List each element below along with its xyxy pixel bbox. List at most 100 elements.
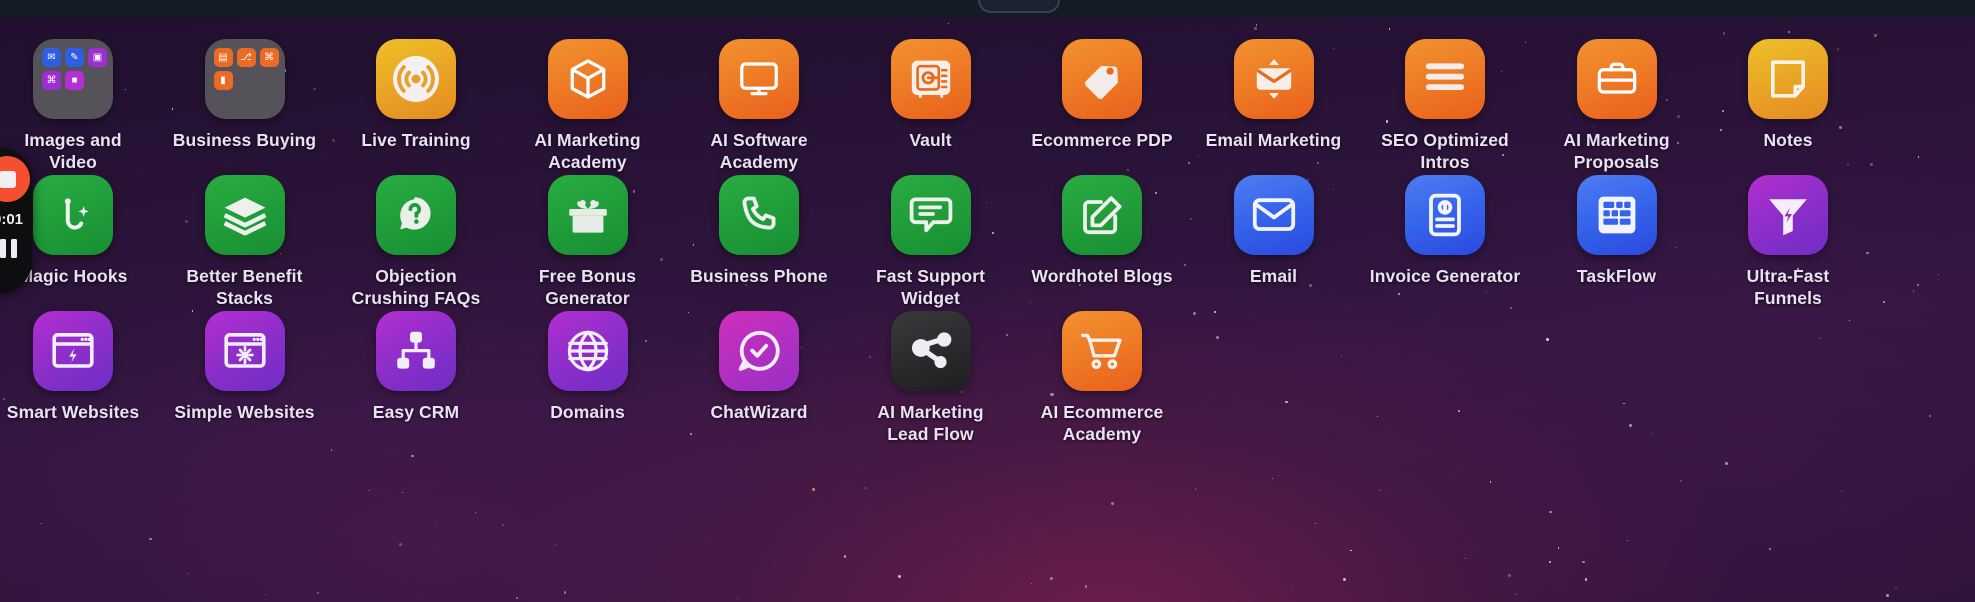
app-label-live-training: Live Training	[361, 130, 471, 150]
app-label-vault: Vault	[909, 130, 952, 150]
briefcase-icon[interactable]	[1576, 39, 1657, 119]
top-pill-control[interactable]	[978, 0, 1060, 13]
app-label-wordhotel-blogs: Wordhotel Blogs	[1031, 266, 1173, 286]
browser-bolt-icon[interactable]	[33, 311, 113, 391]
safe-icon[interactable]	[890, 39, 971, 119]
app-label-ai-marketing-lead-flow: AI Marketing Lead Flow	[877, 402, 984, 444]
app-icon-email-marketing[interactable]: Email Marketing	[1189, 39, 1359, 152]
grid-table-icon[interactable]	[1576, 175, 1657, 255]
monitor-icon[interactable]	[719, 39, 799, 119]
app-icon-taskflow[interactable]: TaskFlow	[1532, 175, 1702, 288]
app-label-email: Email	[1249, 266, 1298, 286]
stop-recording-button[interactable]	[0, 156, 30, 202]
gift-icon[interactable]	[547, 175, 628, 255]
app-icon-seo-optimized-intros[interactable]: SEO Optimized Intros	[1360, 39, 1530, 173]
folder-mini-icon-1: ✎	[65, 48, 84, 67]
layers-icon[interactable]	[204, 175, 285, 255]
app-icon-chatwizard[interactable]: ChatWizard	[674, 311, 844, 424]
invoice-icon[interactable]	[1405, 175, 1485, 255]
browser-spark-icon[interactable]	[204, 311, 285, 391]
folder-mini-icon-2: ⌘	[259, 48, 279, 67]
app-icon-wordhotel-blogs[interactable]: Wordhotel Blogs	[1017, 175, 1187, 288]
share-nodes-icon[interactable]	[890, 311, 971, 391]
chat-bubble-icon[interactable]	[890, 175, 971, 255]
envelope-arrows-icon[interactable]	[1233, 39, 1314, 119]
hook-sparkle-icon[interactable]	[33, 175, 113, 255]
app-label-fast-support-widget: Fast Support Widget	[875, 266, 986, 308]
app-icon-free-bonus-generator[interactable]: Free Bonus Generator	[503, 175, 673, 309]
app-label-easy-crm: Easy CRM	[372, 402, 460, 422]
app-icon-live-training[interactable]: Live Training	[331, 39, 501, 152]
folder-mini-icon-1: ⎇	[236, 48, 256, 67]
folder-mini-icon-0: ✉	[42, 48, 61, 67]
app-icon-grid: ✉ ✎ ▣ ⌘ ■ Images and Video ▤ ⎇ ⌘ ▮ Business Buying…	[0, 17, 1975, 602]
app-icon-email[interactable]: Email	[1189, 175, 1359, 288]
app-label-ultra-fast-funnels: Ultra-Fast Funnels	[1746, 266, 1830, 308]
app-label-ai-marketing-academy: AI Marketing Academy	[534, 130, 641, 172]
window-top-bar	[0, 0, 1975, 17]
stop-square-icon	[0, 170, 16, 188]
app-icon-vault[interactable]: Vault	[846, 39, 1016, 152]
folder-mini-icon-3: ▮	[213, 71, 233, 90]
price-tag-icon[interactable]	[1062, 39, 1142, 119]
app-icon-better-benefit-stacks[interactable]: Better Benefit Stacks	[160, 175, 330, 309]
folder-preview-grid: ✉ ✎ ▣ ⌘ ■	[33, 48, 113, 90]
desktop-wallpaper: ✉ ✎ ▣ ⌘ ■ Images and Video ▤ ⎇ ⌘ ▮ Business Buying…	[0, 0, 1975, 602]
app-icon-ai-marketing-academy[interactable]: AI Marketing Academy	[503, 39, 673, 173]
pause-recording-button[interactable]	[0, 239, 17, 258]
chat-check-icon[interactable]	[719, 311, 799, 391]
note-page-icon[interactable]	[1748, 39, 1828, 119]
phone-icon[interactable]	[719, 175, 799, 255]
app-label-seo-optimized-intros: SEO Optimized Intros	[1381, 130, 1509, 172]
pause-bar-right-icon	[10, 239, 17, 258]
folder-mini-icon-0: ▤	[213, 48, 233, 67]
folder[interactable]: ✉ ✎ ▣ ⌘ ■	[33, 39, 113, 119]
app-icon-ai-marketing-proposals[interactable]: AI Marketing Proposals	[1532, 39, 1702, 173]
shopping-cart-icon[interactable]	[1062, 311, 1142, 391]
app-icon-invoice-generator[interactable]: Invoice Generator	[1360, 175, 1530, 288]
app-label-domains: Domains	[550, 402, 625, 422]
app-label-ai-ecommerce-academy: AI Ecommerce Academy	[1040, 402, 1164, 444]
app-label-notes: Notes	[1763, 130, 1813, 150]
app-icon-simple-websites[interactable]: Simple Websites	[160, 311, 330, 424]
pause-bar-left-icon	[0, 239, 6, 258]
app-icon-notes[interactable]: Notes	[1703, 39, 1873, 152]
app-label-ai-software-academy: AI Software Academy	[710, 130, 808, 172]
folder-mini-icon-3: ⌘	[42, 71, 61, 90]
app-icon-smart-websites[interactable]: Smart Websites	[0, 311, 158, 424]
app-icon-ecommerce-pdp[interactable]: Ecommerce PDP	[1017, 39, 1187, 152]
recording-timer: 0:01	[0, 211, 24, 228]
lines-icon[interactable]	[1405, 39, 1485, 119]
question-bubble-icon[interactable]	[376, 175, 456, 255]
cube-icon[interactable]	[547, 39, 628, 119]
folder-preview-grid: ▤ ⎇ ⌘ ▮	[205, 48, 285, 90]
app-icon-ai-ecommerce-academy[interactable]: AI Ecommerce Academy	[1017, 311, 1187, 445]
app-icon-ultra-fast-funnels[interactable]: Ultra-Fast Funnels	[1703, 175, 1873, 309]
folder[interactable]: ▤ ⎇ ⌘ ▮	[204, 39, 285, 119]
pencil-square-icon[interactable]	[1062, 175, 1142, 255]
funnel-bolt-icon[interactable]	[1748, 175, 1828, 255]
app-label-invoice-generator: Invoice Generator	[1369, 266, 1521, 286]
folder-mini-icon-2: ▣	[88, 48, 107, 67]
app-label-taskflow: TaskFlow	[1576, 266, 1657, 286]
app-label-email-marketing: Email Marketing	[1205, 130, 1342, 150]
app-icon-fast-support-widget[interactable]: Fast Support Widget	[846, 175, 1016, 309]
screen-recording-widget[interactable]: 0:01	[0, 148, 32, 293]
app-icon-ai-marketing-lead-flow[interactable]: AI Marketing Lead Flow	[846, 311, 1016, 445]
org-chart-icon[interactable]	[376, 311, 456, 391]
envelope-icon[interactable]	[1233, 175, 1314, 255]
app-label-ecommerce-pdp: Ecommerce PDP	[1031, 130, 1173, 150]
app-label-chatwizard: ChatWizard	[710, 402, 808, 422]
app-icon-ai-software-academy[interactable]: AI Software Academy	[674, 39, 844, 173]
app-icon-objection-crushing-faqs[interactable]: Objection Crushing FAQs	[331, 175, 501, 309]
app-icon-business-phone[interactable]: Business Phone	[674, 175, 844, 288]
app-label-better-benefit-stacks: Better Benefit Stacks	[186, 266, 303, 308]
app-icon-easy-crm[interactable]: Easy CRM	[331, 311, 501, 424]
app-icon-images-and-video[interactable]: ✉ ✎ ▣ ⌘ ■ Images and Video	[0, 39, 158, 173]
app-label-ai-marketing-proposals: AI Marketing Proposals	[1563, 130, 1670, 172]
app-icon-business-buying[interactable]: ▤ ⎇ ⌘ ▮ Business Buying	[160, 39, 330, 152]
globe-icon[interactable]	[547, 311, 628, 391]
app-label-objection-crushing-faqs: Objection Crushing FAQs	[351, 266, 481, 308]
broadcast-icon[interactable]	[376, 39, 456, 119]
app-icon-domains[interactable]: Domains	[503, 311, 673, 424]
